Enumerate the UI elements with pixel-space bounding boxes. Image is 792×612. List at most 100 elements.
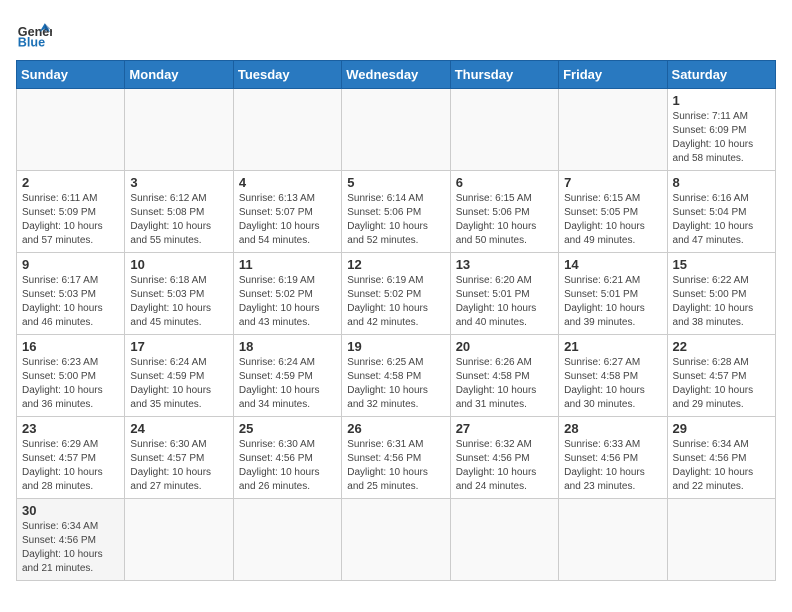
calendar-day-cell: [559, 89, 667, 171]
calendar-day-cell: 28 Sunrise: 6:33 AM Sunset: 4:56 PM Dayli…: [559, 417, 667, 499]
calendar-day-cell: 7 Sunrise: 6:15 AM Sunset: 5:05 PM Daylig…: [559, 171, 667, 253]
calendar-day-cell: 10 Sunrise: 6:18 AM Sunset: 5:03 PM Dayli…: [125, 253, 233, 335]
calendar-day-cell: 5 Sunrise: 6:14 AM Sunset: 5:06 PM Daylig…: [342, 171, 450, 253]
weekday-header-row: SundayMondayTuesdayWednesdayThursdayFrid…: [17, 61, 776, 89]
day-info: Sunrise: 6:22 AM Sunset: 5:00 PM Dayligh…: [673, 274, 770, 330]
calendar-day-cell: 20 Sunrise: 6:26 AM Sunset: 4:58 PM Dayli…: [450, 335, 558, 417]
calendar-table: SundayMondayTuesdayWednesdayThursdayFrid…: [16, 60, 776, 581]
day-info: Sunrise: 6:20 AM Sunset: 5:01 PM Dayligh…: [456, 274, 553, 330]
calendar-week-row: 1Sunrise: 7:11 AM Sunset: 6:09 PM Daylig…: [17, 89, 776, 171]
calendar-day-cell: 17Sunrise: 6:24 AM Sunset: 4:59 PM Dayli…: [125, 335, 233, 417]
calendar-day-cell: [667, 499, 775, 581]
page-header: General Blue: [16, 16, 776, 52]
calendar-day-cell: 27 Sunrise: 6:32 AM Sunset: 4:56 PM Dayli…: [450, 417, 558, 499]
calendar-day-cell: 16 Sunrise: 6:23 AM Sunset: 5:00 PM Dayli…: [17, 335, 125, 417]
day-info: Sunrise: 6:23 AM Sunset: 5:00 PM Dayligh…: [22, 356, 119, 412]
calendar-week-row: 2 Sunrise: 6:11 AM Sunset: 5:09 PM Daylig…: [17, 171, 776, 253]
day-number: 9: [22, 257, 119, 272]
day-info: Sunrise: 6:14 AM Sunset: 5:06 PM Dayligh…: [347, 192, 444, 248]
calendar-day-cell: 15 Sunrise: 6:22 AM Sunset: 5:00 PM Dayli…: [667, 253, 775, 335]
day-number: 3: [130, 175, 227, 190]
day-number: 4: [239, 175, 336, 190]
day-number: 23: [22, 421, 119, 436]
day-number: 5: [347, 175, 444, 190]
day-info: Sunrise: 6:13 AM Sunset: 5:07 PM Dayligh…: [239, 192, 336, 248]
day-info: Sunrise: 6:30 AM Sunset: 4:57 PM Dayligh…: [130, 438, 227, 494]
day-info: Sunrise: 6:26 AM Sunset: 4:58 PM Dayligh…: [456, 356, 553, 412]
day-info: Sunrise: 6:11 AM Sunset: 5:09 PM Dayligh…: [22, 192, 119, 248]
day-info: Sunrise: 6:34 AM Sunset: 4:56 PM Dayligh…: [22, 520, 119, 576]
calendar-day-cell: 22 Sunrise: 6:28 AM Sunset: 4:57 PM Dayli…: [667, 335, 775, 417]
calendar-header: SundayMondayTuesdayWednesdayThursdayFrid…: [17, 61, 776, 89]
day-number: 26: [347, 421, 444, 436]
day-info: Sunrise: 7:11 AM Sunset: 6:09 PM Dayligh…: [673, 110, 770, 166]
day-number: 6: [456, 175, 553, 190]
day-number: 18: [239, 339, 336, 354]
logo-icon: General Blue: [16, 16, 52, 52]
day-info: Sunrise: 6:15 AM Sunset: 5:06 PM Dayligh…: [456, 192, 553, 248]
day-number: 27: [456, 421, 553, 436]
day-number: 20: [456, 339, 553, 354]
weekday-header-tuesday: Tuesday: [233, 61, 341, 89]
calendar-day-cell: 3 Sunrise: 6:12 AM Sunset: 5:08 PM Daylig…: [125, 171, 233, 253]
calendar-day-cell: [233, 499, 341, 581]
calendar-day-cell: 18Sunrise: 6:24 AM Sunset: 4:59 PM Dayli…: [233, 335, 341, 417]
calendar-day-cell: [342, 499, 450, 581]
calendar-day-cell: [342, 89, 450, 171]
calendar-day-cell: 19 Sunrise: 6:25 AM Sunset: 4:58 PM Dayli…: [342, 335, 450, 417]
day-number: 2: [22, 175, 119, 190]
weekday-header-thursday: Thursday: [450, 61, 558, 89]
calendar-day-cell: [17, 89, 125, 171]
day-info: Sunrise: 6:25 AM Sunset: 4:58 PM Dayligh…: [347, 356, 444, 412]
day-info: Sunrise: 6:12 AM Sunset: 5:08 PM Dayligh…: [130, 192, 227, 248]
calendar-day-cell: 4 Sunrise: 6:13 AM Sunset: 5:07 PM Daylig…: [233, 171, 341, 253]
day-info: Sunrise: 6:18 AM Sunset: 5:03 PM Dayligh…: [130, 274, 227, 330]
day-info: Sunrise: 6:19 AM Sunset: 5:02 PM Dayligh…: [347, 274, 444, 330]
day-number: 7: [564, 175, 661, 190]
day-info: Sunrise: 6:15 AM Sunset: 5:05 PM Dayligh…: [564, 192, 661, 248]
day-number: 15: [673, 257, 770, 272]
weekday-header-monday: Monday: [125, 61, 233, 89]
calendar-day-cell: [233, 89, 341, 171]
day-info: Sunrise: 6:28 AM Sunset: 4:57 PM Dayligh…: [673, 356, 770, 412]
calendar-day-cell: 21Sunrise: 6:27 AM Sunset: 4:58 PM Dayli…: [559, 335, 667, 417]
day-info: Sunrise: 6:16 AM Sunset: 5:04 PM Dayligh…: [673, 192, 770, 248]
day-info: Sunrise: 6:31 AM Sunset: 4:56 PM Dayligh…: [347, 438, 444, 494]
calendar-day-cell: [125, 499, 233, 581]
calendar-day-cell: 13 Sunrise: 6:20 AM Sunset: 5:01 PM Dayli…: [450, 253, 558, 335]
calendar-day-cell: 25Sunrise: 6:30 AM Sunset: 4:56 PM Dayli…: [233, 417, 341, 499]
day-info: Sunrise: 6:27 AM Sunset: 4:58 PM Dayligh…: [564, 356, 661, 412]
day-number: 12: [347, 257, 444, 272]
day-number: 10: [130, 257, 227, 272]
day-number: 8: [673, 175, 770, 190]
calendar-day-cell: 29Sunrise: 6:34 AM Sunset: 4:56 PM Dayli…: [667, 417, 775, 499]
day-number: 24: [130, 421, 227, 436]
calendar-day-cell: 24 Sunrise: 6:30 AM Sunset: 4:57 PM Dayli…: [125, 417, 233, 499]
day-number: 16: [22, 339, 119, 354]
day-info: Sunrise: 6:32 AM Sunset: 4:56 PM Dayligh…: [456, 438, 553, 494]
day-number: 13: [456, 257, 553, 272]
logo: General Blue: [16, 16, 52, 52]
calendar-day-cell: [450, 89, 558, 171]
day-info: Sunrise: 6:33 AM Sunset: 4:56 PM Dayligh…: [564, 438, 661, 494]
day-number: 11: [239, 257, 336, 272]
calendar-day-cell: 1Sunrise: 7:11 AM Sunset: 6:09 PM Daylig…: [667, 89, 775, 171]
weekday-header-sunday: Sunday: [17, 61, 125, 89]
calendar-week-row: 9Sunrise: 6:17 AM Sunset: 5:03 PM Daylig…: [17, 253, 776, 335]
calendar-day-cell: 6 Sunrise: 6:15 AM Sunset: 5:06 PM Daylig…: [450, 171, 558, 253]
day-number: 22: [673, 339, 770, 354]
calendar-day-cell: [559, 499, 667, 581]
day-number: 17: [130, 339, 227, 354]
day-number: 28: [564, 421, 661, 436]
calendar-week-row: 30Sunrise: 6:34 AM Sunset: 4:56 PM Dayli…: [17, 499, 776, 581]
day-number: 19: [347, 339, 444, 354]
weekday-header-wednesday: Wednesday: [342, 61, 450, 89]
day-info: Sunrise: 6:19 AM Sunset: 5:02 PM Dayligh…: [239, 274, 336, 330]
day-info: Sunrise: 6:30 AM Sunset: 4:56 PM Dayligh…: [239, 438, 336, 494]
day-number: 29: [673, 421, 770, 436]
day-info: Sunrise: 6:21 AM Sunset: 5:01 PM Dayligh…: [564, 274, 661, 330]
calendar-day-cell: [450, 499, 558, 581]
calendar-day-cell: 11 Sunrise: 6:19 AM Sunset: 5:02 PM Dayli…: [233, 253, 341, 335]
calendar-body: 1Sunrise: 7:11 AM Sunset: 6:09 PM Daylig…: [17, 89, 776, 581]
calendar-week-row: 16 Sunrise: 6:23 AM Sunset: 5:00 PM Dayli…: [17, 335, 776, 417]
